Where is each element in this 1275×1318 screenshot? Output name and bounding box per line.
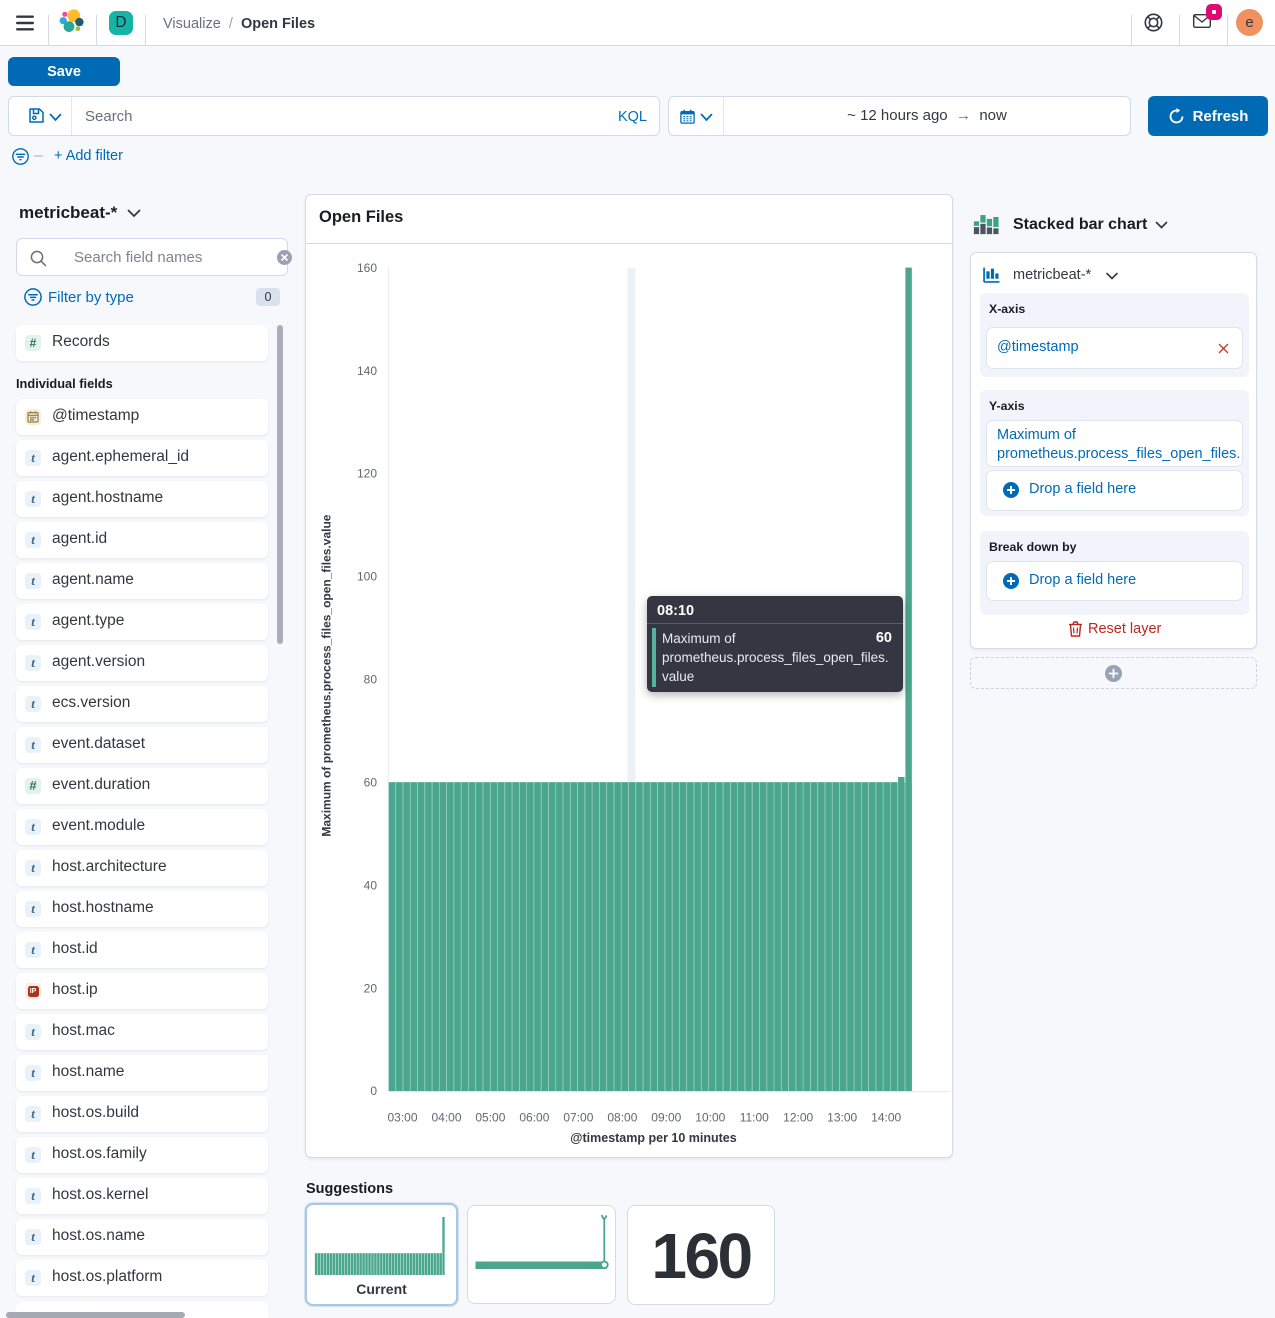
svg-text:08:00: 08:00 <box>607 1110 637 1124</box>
svg-text:140: 140 <box>357 364 377 378</box>
svg-text:12:00: 12:00 <box>783 1110 813 1124</box>
svg-text:10:00: 10:00 <box>695 1110 725 1124</box>
svg-text:13:00: 13:00 <box>827 1110 857 1124</box>
svg-text:14:00: 14:00 <box>871 1110 901 1124</box>
svg-text:06:00: 06:00 <box>519 1110 549 1124</box>
svg-text:11:00: 11:00 <box>740 1110 769 1124</box>
svg-text:09:00: 09:00 <box>651 1110 681 1124</box>
svg-text:05:00: 05:00 <box>475 1110 505 1124</box>
svg-text:80: 80 <box>364 673 378 687</box>
svg-text:40: 40 <box>364 878 378 892</box>
svg-text:60: 60 <box>364 776 378 790</box>
svg-text:03:00: 03:00 <box>387 1110 417 1124</box>
svg-text:20: 20 <box>364 981 378 995</box>
svg-text:04:00: 04:00 <box>431 1110 461 1124</box>
svg-text:@timestamp per 10 minutes: @timestamp per 10 minutes <box>570 1131 736 1145</box>
svg-text:100: 100 <box>357 570 377 584</box>
svg-text:07:00: 07:00 <box>563 1110 593 1124</box>
svg-text:0: 0 <box>370 1084 377 1098</box>
svg-text:120: 120 <box>357 467 377 481</box>
svg-text:160: 160 <box>357 261 377 275</box>
svg-text:Maximum of prometheus.process_: Maximum of prometheus.process_files_open… <box>320 514 334 836</box>
